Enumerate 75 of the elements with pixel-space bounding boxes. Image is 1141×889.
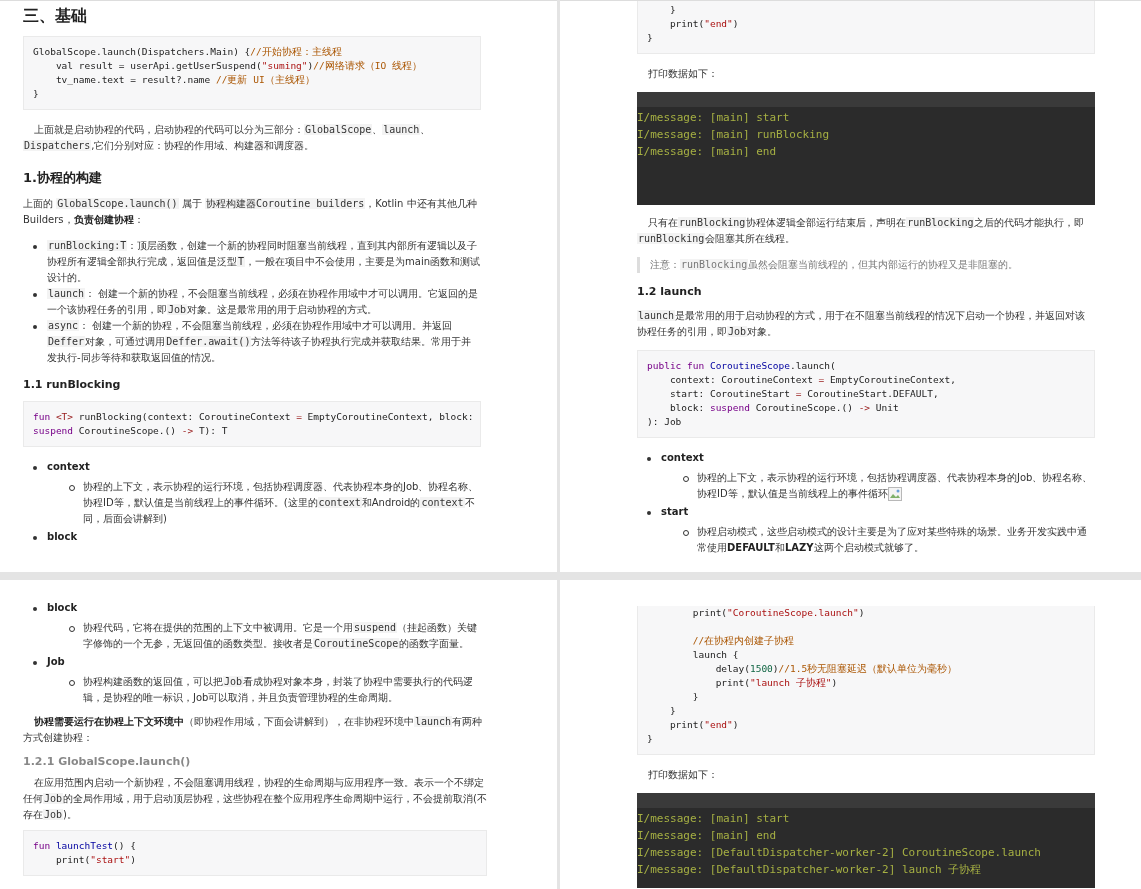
list-item-text: async： 创建一个新的协程，不会阻塞当前线程，必须在协程作用域中才可以调用。并返回 Deffer对象，可通过调用 Deffer.await()方法等待该子协程执行完成并获取结果。常用于并发执行-同步等待和获取返回值的情况。 xyxy=(47,319,473,365)
bullet-icon xyxy=(33,293,37,297)
console-line: I/message: [DefaultDispatcher-worker-2] CoroutineScope.launch xyxy=(637,845,1042,861)
bullet-icon xyxy=(683,476,689,482)
console-line: I/message: [main] runBlocking xyxy=(637,127,831,143)
code-line: } xyxy=(33,87,40,101)
code-line: ): Job xyxy=(647,415,683,429)
paragraph: 在应用范围内启动一个新协程，不会阻塞调用线程，协程的生命周期与应用程序一致。表示一个不绑定任何Job的全局作用域，用于启动顶层协程，这些协程在整个应用程序生命周期中运行，不会提前取消(不存在Job)。 xyxy=(23,776,487,822)
console-line: I/message: [main] end xyxy=(637,144,778,160)
term-label: Job xyxy=(47,655,65,669)
console-line: I/message: [main] start xyxy=(637,110,791,126)
paragraph: launch是最常用的用于启动协程的方式，用于在不阻塞当前线程的情况下启动一个协程，并返回对该协程任务的引用，即Job对象。 xyxy=(637,309,1087,339)
code-line: delay(1500)//1.5秒无阻塞延迟（默认单位为毫秒） xyxy=(714,662,959,676)
bullet-icon xyxy=(33,466,37,470)
paragraph: 协程需要运行在协程上下文环境中（即协程作用域，下面会讲解到），在非协程环境中launch有两种方式创建协程： xyxy=(23,715,484,745)
section-heading: 1.2.1 GlobalScope.launch() xyxy=(23,754,192,770)
bullet-icon xyxy=(69,626,75,632)
section-heading: 1.协程的构建 xyxy=(23,169,103,187)
console-line: I/message: [main] end xyxy=(637,828,778,844)
broken-image-icon xyxy=(887,487,902,501)
paragraph: 打印数据如下： xyxy=(647,768,719,782)
code-line: } xyxy=(668,3,677,17)
list-item-text: 协程启动模式，这些启动模式的设计主要是为了应对某些特殊的场景。业务开发实践中通常使用DEFAULT和LAZY这两个启动模式就够了。 xyxy=(697,525,1088,555)
bullet-icon xyxy=(33,661,37,665)
list-item-text: launch： 创建一个新的协程，不会阻塞当前线程，必须在协程作用域中才可以调用。它返回的是一个该协程任务的引用，即Job对象。这是最常用的用于启动协程的方式。 xyxy=(47,287,480,317)
term-label: block xyxy=(47,530,78,544)
list-item-text: runBlocking:T：顶层函数，创建一个新的协程同时阻塞当前线程，直到其内部所有逻辑以及子协程所有逻辑全部执行完成，返回值是泛型T，一般在项目中不会使用，主要是为main函数和测试设计的。 xyxy=(47,239,481,285)
section-heading: 1.1 runBlocking xyxy=(23,377,122,393)
code-line: start: CoroutineStart = CoroutineStart.DEFAULT, xyxy=(668,387,940,401)
term-label: context xyxy=(661,451,704,465)
code-line: print("end") xyxy=(668,17,740,31)
bullet-icon xyxy=(647,457,651,461)
term-label: block xyxy=(47,601,78,615)
bullet-icon xyxy=(33,607,37,611)
list-item-text: 协程构建函数的返回值，可以把Job看成协程对象本身，封装了协程中需要执行的代码逻辑，是协程的唯一标识，Job可以取消，并且负责管理协程的生命周期。 xyxy=(83,675,475,705)
code-line: } xyxy=(647,732,654,746)
code-line: context: CoroutineContext = EmptyCoroutineContext, xyxy=(668,373,957,387)
code-line: } xyxy=(691,690,700,704)
code-line: GlobalScope.launch(Dispatchers.Main) {//开始协程：主线程 xyxy=(33,45,343,59)
bullet-icon xyxy=(647,511,651,515)
list-item-text: 协程的上下文，表示协程的运行环境，包括协程调度器、代表协程本身的Job、协程名称、协程ID等，默认值是当前线程上的事件循环。(这里的context和Android的 context不同，后面会讲解到) xyxy=(83,480,480,526)
term-label: start xyxy=(661,505,689,519)
section-heading: 三、基础 xyxy=(23,5,88,27)
code-line: print("CoroutineScope.launch") xyxy=(691,606,866,620)
code-line: } xyxy=(668,704,677,718)
code-line: val result = userApi.getUserSuspend("suming")//网络请求（IO 线程） xyxy=(54,59,423,73)
code-line: print("end") xyxy=(668,718,740,732)
code-line: fun <T> runBlocking(context: CoroutineContext = EmptyCoroutineContext, block: xyxy=(33,410,471,424)
section-heading: 1.2 launch xyxy=(637,284,703,300)
paragraph: 打印数据如下： xyxy=(647,67,719,81)
code-line: launch { xyxy=(691,648,740,662)
code-line: } xyxy=(647,31,654,45)
console-line: I/message: [main] start xyxy=(637,811,791,827)
code-line: public fun CoroutineScope.launch( xyxy=(647,359,837,373)
bullet-icon xyxy=(33,325,37,329)
bullet-icon xyxy=(33,536,37,540)
code-line: block: suspend CoroutineScope.() -> Unit xyxy=(668,401,900,415)
paragraph: 上面就是启动协程的代码，启动协程的代码可以分为三部分：GlobalScope、launch、 Dispatchers,它们分别对应：协程的作用域、构建器和调度器。 xyxy=(23,123,432,153)
paragraph: 上面的 GlobalScope.launch() 属于 协程构建器Coroutine builders，Kotlin 中还有其他几种 Builders，负责创建协程： xyxy=(23,197,478,227)
code-line: print("launch 子协程") xyxy=(714,676,839,690)
note-text: 注意：runBlocking虽然会阻塞当前线程的，但其内部运行的协程又是非阻塞的。 xyxy=(637,257,1095,273)
code-line: tv_name.text = result?.name //更新 UI（主线程） xyxy=(54,73,316,87)
code-line: //在协程内创建子协程 xyxy=(691,634,796,648)
bullet-icon xyxy=(33,245,37,249)
code-line: suspend CoroutineScope.() -> T): T xyxy=(33,424,229,438)
code-line: fun launchTest() { xyxy=(33,839,137,853)
term-label: context xyxy=(47,460,90,474)
bullet-icon xyxy=(69,485,75,491)
list-item-text: 协程代码，它将在提供的范围的上下文中被调用。它是一个用 suspend（挂起函数）关键字修饰的一个无参，无返回值的函数类型。接收者是CoroutineScope的函数字面量。 xyxy=(83,621,479,651)
bullet-icon xyxy=(69,680,75,686)
code-line: print("start") xyxy=(54,853,137,867)
console-line: I/message: [DefaultDispatcher-worker-2] launch 子协程 xyxy=(637,862,983,878)
bullet-icon xyxy=(683,530,689,536)
paragraph: 只有在runBlocking协程体逻辑全部运行结束后，声明在 runBlocking之后的代码才能执行，即 runBlocking会阻塞其所在线程。 xyxy=(637,216,1086,246)
list-item-text: 协程的上下文，表示协程的运行环境，包括协程调度器、代表协程本身的Job、协程名称、协程ID等，默认值是当前线程上的事件循环 xyxy=(697,471,1094,502)
